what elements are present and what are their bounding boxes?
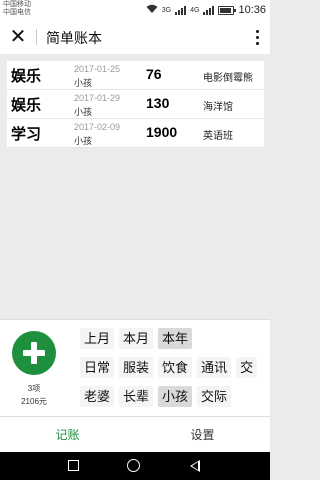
filter-chip-category[interactable]: 服装	[119, 357, 154, 378]
signal-2-icon	[203, 5, 215, 15]
record-amount: 76	[146, 66, 162, 82]
more-vertical-icon[interactable]	[250, 25, 264, 49]
net-1-label: 3G	[161, 6, 172, 14]
record-amount: 130	[146, 95, 170, 111]
carrier-info: 中国移动 中国电信	[3, 1, 31, 17]
record-note: 海洋馆	[203, 102, 233, 113]
record-person: 小孩	[74, 107, 93, 117]
filter-chip-category[interactable]: 交	[236, 357, 258, 378]
person-filters: 老婆 长辈 小孩 交际	[80, 386, 270, 407]
filter-chip-category[interactable]: 通讯	[197, 357, 232, 378]
page-title: 简单账本	[46, 30, 102, 46]
status-icons: 3G 4G 10:36	[146, 2, 266, 18]
record-count: 3项	[27, 384, 41, 393]
circle-home-icon[interactable]	[127, 459, 140, 472]
filter-panel: 3项 2106元 上月 本月 本年 日常 服装 饮食 通讯 交 老婆 长辈 小孩…	[0, 319, 270, 417]
status-bar: 中国移动 中国电信 3G 4G 10:36	[0, 0, 270, 20]
period-filters: 上月 本月 本年	[80, 328, 270, 349]
records-list-area: 娱乐 2017-01-25 小孩 76 电影倒霉熊 娱乐 2017-01-29 …	[0, 54, 270, 319]
tab-settings[interactable]: 设置	[135, 417, 270, 453]
filter-chip-period[interactable]: 本年	[158, 328, 193, 349]
record-row[interactable]: 娱乐 2017-01-25 小孩 76 电影倒霉熊	[7, 61, 264, 90]
wifi-icon	[146, 4, 158, 16]
clock: 10:36	[238, 4, 266, 16]
filter-chips: 上月 本月 本年 日常 服装 饮食 通讯 交 老婆 长辈 小孩 交际	[80, 328, 270, 415]
tab-bar: 记账 设置	[0, 416, 270, 453]
title-bar: ✕ 简单账本	[0, 20, 270, 54]
square-recent-icon[interactable]	[68, 460, 79, 471]
record-amount: 1900	[146, 124, 178, 140]
filter-chip-period[interactable]: 上月	[80, 328, 115, 349]
triangle-back-icon[interactable]	[190, 460, 200, 472]
tab-bookkeeping[interactable]: 记账	[0, 417, 135, 453]
record-date: 2017-01-29	[74, 93, 121, 103]
plus-icon[interactable]	[12, 331, 56, 375]
filter-chip-period[interactable]: 本月	[119, 328, 154, 349]
battery-icon	[218, 5, 237, 15]
record-row[interactable]: 娱乐 2017-01-29 小孩 130 海洋馆	[7, 90, 264, 119]
record-date: 2017-01-25	[74, 64, 121, 74]
record-category: 学习	[11, 126, 42, 143]
system-nav-bar	[0, 452, 270, 480]
filter-chip-person[interactable]: 老婆	[80, 386, 115, 407]
records-list: 娱乐 2017-01-25 小孩 76 电影倒霉熊 娱乐 2017-01-29 …	[7, 61, 264, 148]
filter-chip-category[interactable]: 日常	[80, 357, 115, 378]
record-date: 2017-02-09	[74, 122, 121, 132]
filter-chip-person[interactable]: 小孩	[158, 386, 193, 407]
record-category: 娱乐	[11, 68, 42, 85]
record-person: 小孩	[74, 78, 93, 88]
record-category: 娱乐	[11, 97, 42, 114]
close-icon[interactable]: ✕	[8, 27, 28, 47]
filter-chip-person[interactable]: 长辈	[119, 386, 154, 407]
record-total: 2106元	[21, 397, 47, 406]
carrier-1: 中国移动	[3, 1, 31, 8]
record-person: 小孩	[74, 136, 93, 146]
carrier-2: 中国电信	[3, 9, 31, 16]
record-note: 英语班	[203, 131, 233, 142]
battery-level	[220, 7, 231, 13]
signal-1-icon	[175, 5, 187, 15]
net-2-label: 4G	[190, 6, 200, 14]
filter-chip-person[interactable]: 交际	[197, 386, 232, 407]
record-row[interactable]: 学习 2017-02-09 小孩 1900 英语班	[7, 119, 264, 148]
filter-chip-category[interactable]: 饮食	[158, 357, 193, 378]
record-note: 电影倒霉熊	[203, 73, 253, 84]
category-filters: 日常 服装 饮食 通讯 交	[80, 357, 270, 378]
title-separator	[36, 29, 37, 45]
